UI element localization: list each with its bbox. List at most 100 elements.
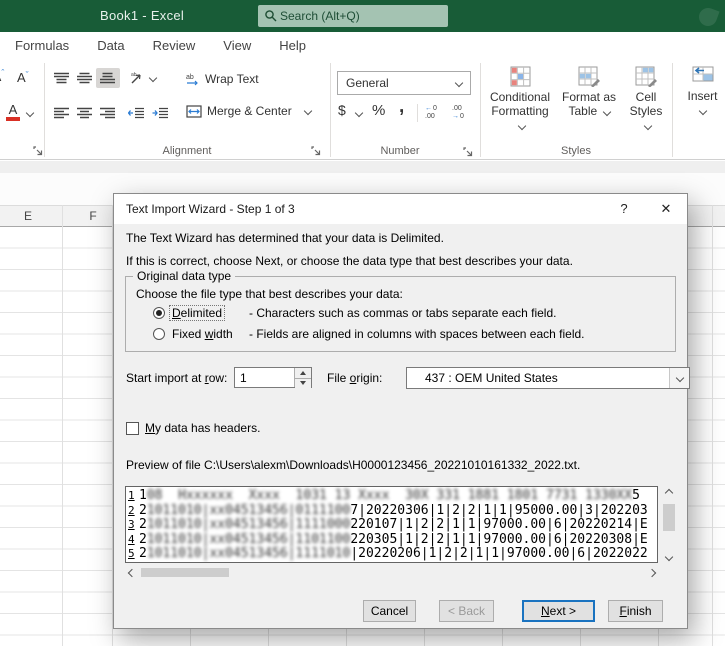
cell-styles-chevron-icon [643, 121, 652, 131]
tab-review[interactable]: Review [139, 32, 210, 60]
decrease-indent-button[interactable] [126, 105, 146, 121]
styles-group-label: Styles [561, 145, 591, 157]
grid-column-line [712, 205, 713, 646]
group-separator [480, 63, 481, 157]
scroll-left-icon[interactable] [125, 566, 138, 579]
number-dialog-launcher-icon[interactable] [463, 147, 473, 157]
start-row-spinner[interactable]: 1 [234, 367, 312, 388]
help-button[interactable]: ? [609, 194, 639, 224]
alignment-group-label: Alignment [162, 145, 212, 157]
cell-styles-icon [635, 66, 657, 87]
font-dialog-launcher-icon[interactable] [33, 146, 43, 156]
titlebar-decoration [696, 5, 720, 29]
svg-text:ab: ab [131, 72, 137, 78]
ribbon: Aˆ Aˇ A ab [0, 60, 725, 160]
merge-center-button[interactable]: Merge & Center [186, 104, 312, 118]
font-color-chevron-icon[interactable] [25, 108, 35, 118]
finish-button[interactable]: Finish [608, 600, 663, 622]
headers-checkbox-row: My data has headers. [126, 421, 260, 435]
tab-help[interactable]: Help [265, 32, 320, 60]
decrease-font-size-button[interactable]: Aˇ [17, 70, 29, 85]
search-placeholder: Search (Alt+Q) [280, 9, 360, 23]
accounting-chevron-icon[interactable] [354, 108, 364, 118]
delimited-description: - Characters such as commas or tabs sepa… [249, 306, 557, 320]
fixed-width-label[interactable]: Fixed width [172, 327, 233, 341]
close-icon[interactable]: ✕ [649, 194, 683, 224]
number-small-separator [417, 104, 418, 122]
group-separator [44, 63, 45, 157]
cancel-button[interactable]: Cancel [363, 600, 416, 622]
fixed-width-radio[interactable] [153, 328, 165, 340]
align-right-button[interactable] [98, 105, 118, 121]
intro-line-1: The Text Wizard has determined that your… [126, 231, 444, 245]
orientation-button[interactable]: ab [128, 70, 146, 86]
percent-style-button[interactable]: % [372, 102, 385, 119]
search-icon [265, 10, 277, 22]
insert-button[interactable]: Insert [680, 66, 725, 117]
wrap-text-button[interactable]: ab Wrap Text [186, 72, 259, 86]
delimited-radio[interactable] [153, 307, 165, 319]
svg-text:.00: .00 [452, 105, 462, 112]
decrease-decimal-button[interactable]: .00 → 0 [450, 102, 472, 120]
comma-style-button[interactable]: , [399, 96, 404, 118]
file-origin-dropdown-button[interactable] [669, 368, 689, 388]
import-options-row: Start import at row: 1 File origin: 437 … [125, 367, 690, 389]
redacted-text: 08 Hxxxxxx Xxxx 1031 13 Xxxx 30X 331 188… [146, 488, 633, 503]
accounting-format-button[interactable]: $ [338, 102, 346, 118]
svg-text:→: → [452, 113, 459, 120]
format-as-table-button[interactable]: Format as Table [558, 66, 620, 118]
format-as-table-chevron-icon [602, 107, 611, 117]
grid-column-line [62, 205, 63, 646]
preview-vertical-scrollbar[interactable] [662, 486, 677, 563]
dropdown-chevron-icon [675, 373, 684, 383]
column-header-f[interactable]: F [83, 205, 103, 227]
increase-font-size-button[interactable]: Aˆ [0, 68, 4, 84]
align-center-button[interactable] [75, 105, 95, 121]
alignment-dialog-launcher-icon[interactable] [311, 146, 321, 156]
ribbon-tab-row: Formulas Data Review View Help [0, 32, 725, 60]
spinner-down-button[interactable] [295, 377, 311, 388]
file-preview-box[interactable]: 1 108 Hxxxxxx Xxxx 1031 13 Xxxx 30X 331 1… [125, 486, 658, 563]
align-middle-button[interactable] [75, 70, 95, 86]
next-button[interactable]: Next > [522, 600, 595, 622]
increase-decimal-button[interactable]: ← 0.00 [423, 102, 445, 120]
increase-indent-button[interactable] [150, 105, 170, 121]
dialog-title-bar[interactable]: Text Import Wizard - Step 1 of 3 ? ✕ [114, 194, 687, 224]
horizontal-scroll-thumb[interactable] [141, 568, 229, 577]
preview-horizontal-scrollbar[interactable] [125, 566, 658, 579]
spinner-up-icon [300, 370, 306, 375]
conditional-formatting-button[interactable]: Conditional Formatting [488, 66, 552, 132]
tab-data[interactable]: Data [83, 32, 138, 60]
vertical-scroll-thumb[interactable] [663, 504, 675, 531]
file-type-prompt: Choose the file type that best describes… [136, 287, 403, 301]
column-header-e[interactable]: E [18, 205, 38, 227]
font-color-button[interactable]: A [6, 102, 20, 121]
file-origin-dropdown[interactable]: 437 : OEM United States [406, 367, 690, 389]
align-top-button[interactable] [52, 70, 72, 86]
orientation-chevron-icon[interactable] [148, 73, 158, 83]
intro-line-2: If this is correct, choose Next, or choo… [126, 254, 573, 268]
back-button[interactable]: < Back [439, 600, 494, 622]
align-left-button[interactable] [52, 105, 72, 121]
scroll-right-icon[interactable] [645, 566, 658, 579]
number-format-select[interactable]: General [337, 71, 471, 95]
search-box[interactable]: Search (Alt+Q) [258, 5, 448, 27]
text-import-wizard-dialog: Text Import Wizard - Step 1 of 3 ? ✕ The… [113, 193, 690, 629]
scroll-up-icon[interactable] [662, 486, 675, 499]
spinner-up-button[interactable] [295, 368, 311, 378]
formula-bar-strip [0, 161, 725, 173]
headers-checkbox[interactable] [126, 421, 139, 435]
conditional-formatting-icon [510, 66, 530, 87]
headers-label[interactable]: My data has headers. [145, 421, 260, 435]
number-group-label: Number [380, 145, 420, 157]
cell-styles-button[interactable]: Cell Styles [624, 66, 668, 132]
preview-row: 3 21011010|xx04513456|1111000220107|1|2|2… [128, 517, 648, 533]
scroll-down-icon[interactable] [662, 550, 675, 563]
tab-formulas[interactable]: Formulas [1, 32, 83, 60]
file-origin-value: 437 : OEM United States [425, 371, 558, 385]
align-bottom-button[interactable] [96, 68, 120, 88]
tab-view[interactable]: View [209, 32, 265, 60]
start-row-label: Start import at row: [126, 371, 228, 385]
preview-row: 5 21011010|xx04513456|1111010|20220206|1|… [128, 546, 648, 562]
delimited-label[interactable]: Delimited [168, 305, 226, 321]
